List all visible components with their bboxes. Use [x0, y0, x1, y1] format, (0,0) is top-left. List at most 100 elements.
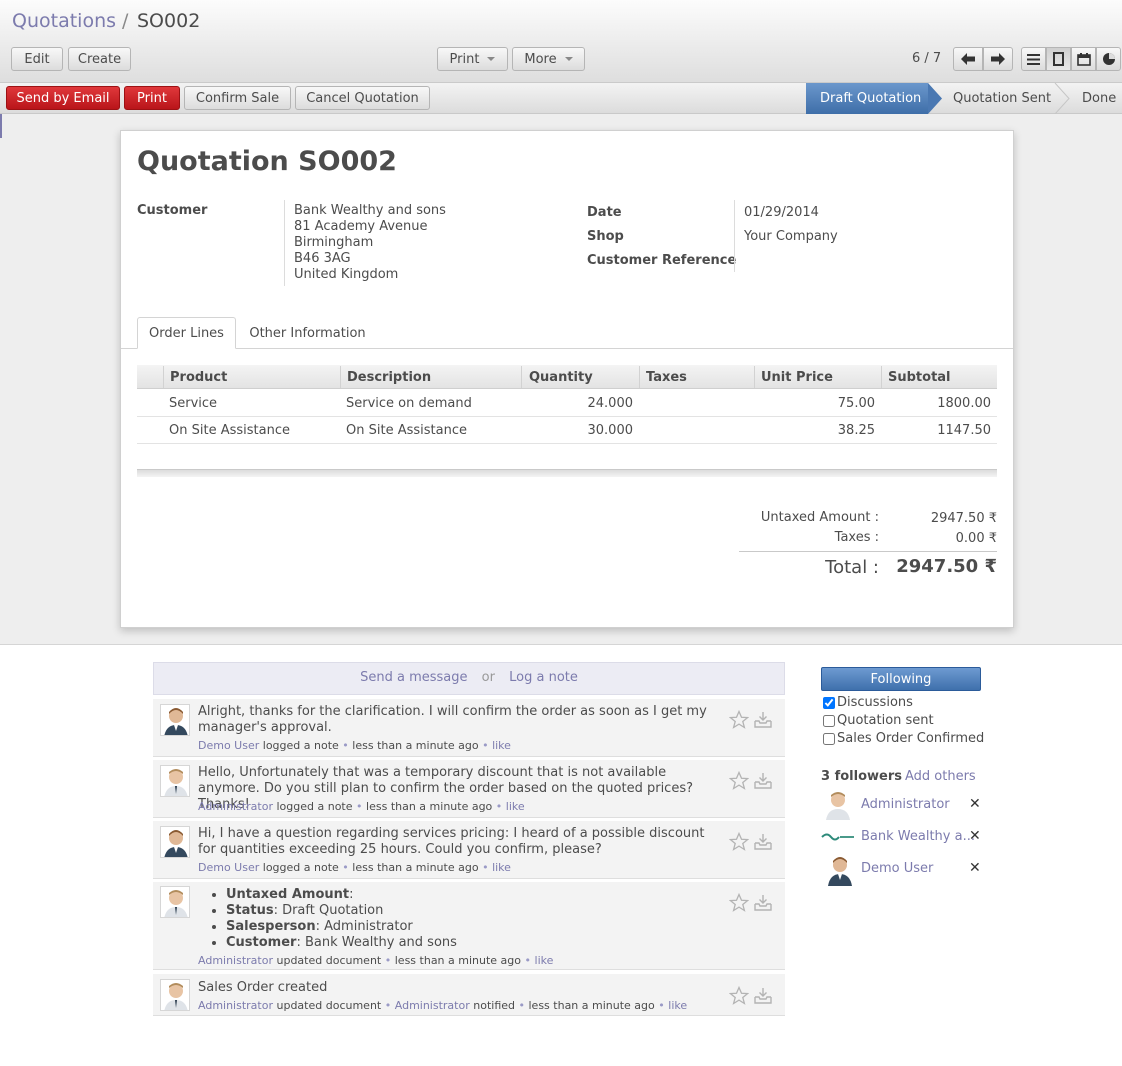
- address-line: United Kingdom: [294, 267, 399, 282]
- edit-button[interactable]: Edit: [11, 47, 63, 71]
- follower-name[interactable]: Demo User: [861, 861, 933, 876]
- avatar: [160, 826, 190, 858]
- message-time: less than a minute ago: [394, 954, 522, 967]
- list-view-button[interactable]: [1021, 47, 1046, 71]
- form-view-button[interactable]: [1046, 47, 1071, 71]
- status-draft-quotation[interactable]: Draft Quotation: [806, 83, 928, 114]
- message-author[interactable]: Demo User: [198, 861, 259, 874]
- breadcrumb-quotations[interactable]: Quotations: [12, 10, 116, 32]
- remove-follower-icon[interactable]: ✕: [969, 828, 981, 844]
- calendar-view-icon: [1076, 52, 1091, 66]
- customer-link[interactable]: Bank Wealthy and sons: [294, 203, 446, 218]
- shop-label: Shop: [587, 229, 624, 244]
- follower-name[interactable]: Bank Wealthy a...: [861, 829, 975, 844]
- tracking-item: Untaxed Amount:: [226, 887, 723, 903]
- tab-order-lines[interactable]: Order Lines: [137, 317, 236, 349]
- star-icon[interactable]: [729, 710, 749, 730]
- subtype-label: Discussions: [837, 695, 913, 710]
- subtype-checkbox[interactable]: [823, 732, 835, 745]
- status-sent-label: Quotation Sent: [953, 91, 1052, 106]
- send-message-link[interactable]: Send a message: [360, 670, 467, 685]
- star-icon[interactable]: [729, 986, 749, 1006]
- column-header-subtotal[interactable]: Subtotal: [888, 370, 951, 385]
- pager-next-button[interactable]: [983, 47, 1013, 71]
- subtype-sales-order-confirmed[interactable]: Sales Order Confirmed: [823, 731, 984, 746]
- field-divider: [734, 200, 735, 272]
- calendar-view-button[interactable]: [1071, 47, 1096, 71]
- composer-or: or: [481, 670, 495, 685]
- add-others-link[interactable]: Add others: [905, 769, 976, 784]
- star-icon[interactable]: [729, 832, 749, 852]
- graph-view-button[interactable]: [1096, 47, 1121, 71]
- status-done[interactable]: Done: [1082, 83, 1122, 114]
- message-author[interactable]: Administrator: [198, 954, 273, 967]
- like-link[interactable]: like: [535, 954, 554, 967]
- pager-value: 6 / 7: [912, 51, 942, 66]
- notified-text: notified: [473, 999, 515, 1012]
- print-quotation-button[interactable]: Print: [124, 86, 180, 110]
- like-link[interactable]: like: [506, 800, 525, 813]
- notified-user[interactable]: Administrator: [395, 999, 470, 1012]
- cell-product: On Site Assistance: [169, 423, 290, 438]
- column-header-quantity[interactable]: Quantity: [529, 370, 593, 385]
- tab-other-information[interactable]: Other Information: [240, 317, 375, 349]
- create-button-label: Create: [77, 51, 122, 67]
- avatar: [160, 979, 190, 1011]
- left-edge-marker: [0, 114, 2, 138]
- follower-item: Bank Wealthy a... ✕: [821, 822, 981, 852]
- message-time: less than a minute ago: [352, 861, 479, 874]
- column-header-taxes[interactable]: Taxes: [646, 370, 687, 385]
- message-author[interactable]: Administrator: [198, 800, 273, 813]
- print-quotation-label: Print: [137, 90, 167, 106]
- subtype-label: Quotation sent: [837, 713, 934, 728]
- cell-description: Service on demand: [346, 396, 472, 411]
- column-header-unit-price[interactable]: Unit Price: [761, 370, 833, 385]
- like-link[interactable]: like: [668, 999, 687, 1012]
- status-arrow-icon: [1054, 83, 1070, 114]
- column-header-description[interactable]: Description: [347, 370, 431, 385]
- breadcrumb-current: SO002: [137, 10, 201, 32]
- like-link[interactable]: like: [492, 861, 511, 874]
- status-quotation-sent[interactable]: Quotation Sent: [953, 83, 1058, 114]
- star-icon[interactable]: [729, 771, 749, 791]
- subtype-discussions[interactable]: Discussions: [823, 695, 913, 710]
- archive-icon[interactable]: [753, 986, 773, 1006]
- send-by-email-button[interactable]: Send by Email: [6, 86, 120, 110]
- remove-follower-icon[interactable]: ✕: [969, 796, 981, 812]
- archive-icon[interactable]: [753, 893, 773, 913]
- cancel-quotation-button[interactable]: Cancel Quotation: [295, 86, 430, 110]
- create-button[interactable]: Create: [68, 47, 131, 71]
- tracking-item: Salesperson: Administrator: [226, 919, 723, 935]
- log-note-link[interactable]: Log a note: [509, 670, 578, 685]
- confirm-sale-button[interactable]: Confirm Sale: [184, 86, 291, 110]
- list-view-icon: [1027, 53, 1040, 65]
- date-label: Date: [587, 205, 622, 220]
- followers-count: 3 followers: [821, 769, 902, 784]
- subtype-quotation-sent[interactable]: Quotation sent: [823, 713, 934, 728]
- untaxed-amount-label: Untaxed Amount :: [760, 510, 879, 525]
- message-author[interactable]: Demo User: [198, 739, 259, 752]
- following-button[interactable]: Following: [821, 667, 981, 691]
- message-author[interactable]: Administrator: [198, 999, 273, 1012]
- address-line: 81 Academy Avenue: [294, 219, 428, 234]
- message-time: less than a minute ago: [366, 800, 493, 813]
- more-dropdown-button[interactable]: More: [512, 47, 585, 71]
- pager-previous-button[interactable]: [953, 47, 983, 71]
- company-logo: [821, 830, 855, 844]
- print-dropdown-button[interactable]: Print: [437, 47, 508, 71]
- subtype-checkbox[interactable]: [823, 714, 835, 727]
- follower-name[interactable]: Administrator: [861, 797, 950, 812]
- archive-icon[interactable]: [753, 832, 773, 852]
- archive-icon[interactable]: [753, 771, 773, 791]
- message-time: less than a minute ago: [352, 739, 479, 752]
- date-value: 01/29/2014: [744, 205, 819, 220]
- like-link[interactable]: like: [492, 739, 511, 752]
- archive-icon[interactable]: [753, 710, 773, 730]
- column-header-product[interactable]: Product: [170, 370, 227, 385]
- star-icon[interactable]: [729, 893, 749, 913]
- message-body: Alright, thanks for the clarification. I…: [198, 704, 707, 735]
- cell-quantity: 30.000: [587, 423, 634, 438]
- subtype-checkbox[interactable]: [823, 696, 835, 709]
- column-separator: [639, 366, 640, 388]
- remove-follower-icon[interactable]: ✕: [969, 860, 981, 876]
